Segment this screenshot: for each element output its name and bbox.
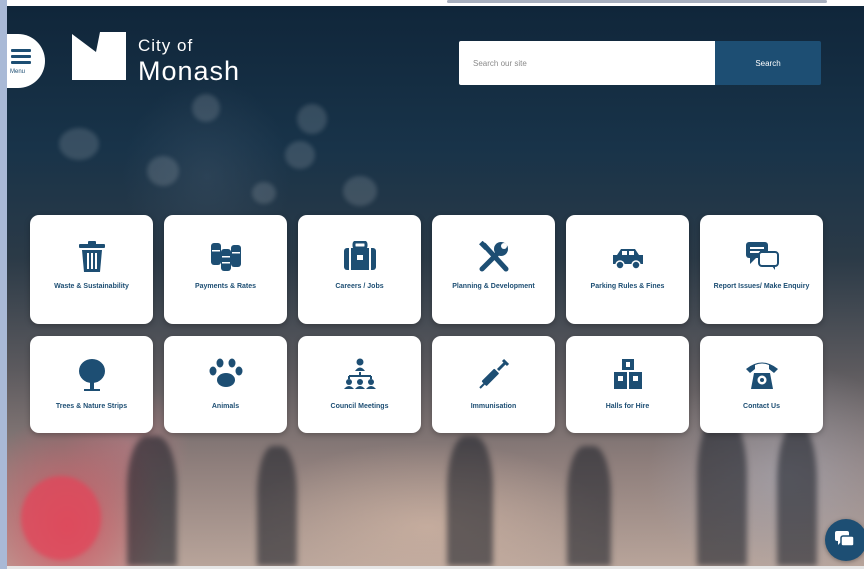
tile-report-issues-enquiry[interactable]: Report Issues/ Make Enquiry <box>700 215 823 324</box>
search-input[interactable] <box>459 41 715 85</box>
tile-careers-jobs[interactable]: Careers / Jobs <box>298 215 421 324</box>
chat-button[interactable] <box>825 519 864 561</box>
tile-animals[interactable]: Animals <box>164 336 287 433</box>
tile-planning-development[interactable]: Planning & Development <box>432 215 555 324</box>
tools-icon <box>478 241 508 272</box>
tile-immunisation[interactable]: Immunisation <box>432 336 555 433</box>
briefcase-icon <box>343 241 376 270</box>
logo-line2: Monash <box>138 56 241 86</box>
tile-label: Trees & Nature Strips <box>55 403 128 410</box>
tile-waste-sustainability[interactable]: Waste & Sustainability <box>30 215 153 324</box>
bokeh-light <box>252 182 276 204</box>
tile-label: Halls for Hire <box>605 403 650 410</box>
tile-label: Contact Us <box>743 403 780 410</box>
bokeh-light <box>285 141 315 169</box>
tile-label: Parking Rules & Fines <box>590 283 665 290</box>
crowd-person <box>127 436 177 566</box>
bokeh-light <box>297 104 327 134</box>
paw-icon <box>209 358 242 387</box>
tile-parking-rules-fines[interactable]: Parking Rules & Fines <box>566 215 689 324</box>
syringe-icon <box>478 358 509 389</box>
monash-m-logo-icon <box>72 32 126 80</box>
bokeh-light <box>147 156 179 186</box>
tile-trees-nature-strips[interactable]: Trees & Nature Strips <box>30 336 153 433</box>
hero-banner: Menu City of Monash Search Waste & Susta… <box>7 6 864 566</box>
tile-label: Immunisation <box>470 403 517 410</box>
tile-label: Waste & Sustainability <box>54 283 129 290</box>
hamburger-icon <box>11 49 31 67</box>
bokeh-light <box>192 94 220 122</box>
trash-bin-icon <box>78 241 105 272</box>
tile-label: Payments & Rates <box>194 283 257 290</box>
window-edge <box>0 0 7 569</box>
crowd-person <box>777 426 817 566</box>
chat-icon <box>835 531 855 547</box>
menu-label: Menu <box>10 69 26 75</box>
tile-council-meetings[interactable]: Council Meetings <box>298 336 421 433</box>
bokeh-light <box>343 176 377 206</box>
building-blocks-icon <box>613 359 642 389</box>
tile-label: Council Meetings <box>330 403 389 410</box>
balloon <box>21 476 101 560</box>
tile-payments-rates[interactable]: Payments & Rates <box>164 215 287 324</box>
tile-halls-for-hire[interactable]: Halls for Hire <box>566 336 689 433</box>
logo-line1: City of <box>138 36 194 55</box>
tile-label: Planning & Development <box>452 283 535 290</box>
coins-icon <box>210 243 241 271</box>
bokeh-light <box>59 128 99 160</box>
tile-label: Careers / Jobs <box>335 283 384 290</box>
city-of-monash-logo[interactable]: City of Monash <box>70 30 270 86</box>
car-icon <box>612 249 643 269</box>
crowd-person <box>697 416 747 566</box>
tile-label: Report Issues/ Make Enquiry <box>713 283 810 290</box>
site-search: Search <box>459 41 821 85</box>
tile-contact-us[interactable]: Contact Us <box>700 336 823 433</box>
tile-label: Animals <box>211 403 240 410</box>
crowd-person <box>567 446 611 566</box>
menu-button[interactable]: Menu <box>7 34 45 88</box>
tree-icon <box>78 359 105 391</box>
telephone-icon <box>745 362 778 389</box>
crowd-person <box>257 446 297 566</box>
top-links[interactable] <box>447 0 827 3</box>
crowd-person <box>447 436 493 566</box>
search-button[interactable]: Search <box>715 41 821 85</box>
chat-bubbles-icon <box>745 242 779 270</box>
org-chart-icon <box>343 358 376 389</box>
